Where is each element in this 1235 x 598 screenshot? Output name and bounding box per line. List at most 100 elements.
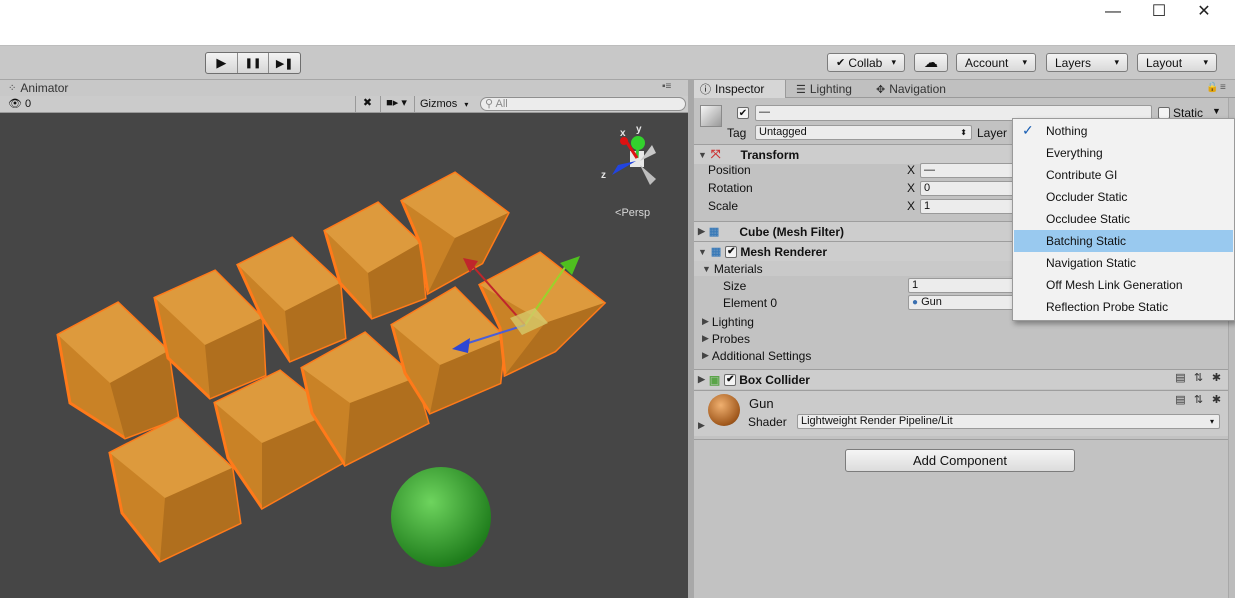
- persp-label[interactable]: <Persp: [615, 207, 650, 219]
- eye-slash-icon: 👁: [8, 98, 22, 110]
- rotation-x-field[interactable]: 0: [920, 181, 1015, 196]
- chevron-down-icon: ▾: [1114, 57, 1119, 67]
- effects-toggle[interactable]: ✖: [355, 96, 379, 112]
- cloud-icon: ☁: [924, 54, 938, 70]
- materials-label: Materials: [713, 261, 763, 276]
- close-button[interactable]: ✕: [1181, 0, 1227, 24]
- camera-dropdown[interactable]: ■▸ ▾: [380, 96, 412, 112]
- preset-sliders-icon[interactable]: ⇅: [1192, 394, 1205, 407]
- green-sphere[interactable]: [391, 467, 491, 567]
- additional-settings-label: Additional Settings: [711, 348, 812, 363]
- tab-label: Navigation: [889, 82, 946, 96]
- scale-x-label: X: [907, 199, 916, 213]
- collab-button[interactable]: ✔ Collab ▾: [827, 53, 905, 72]
- lighting-icon: ☰: [796, 83, 806, 96]
- pause-icon: ❚❚: [244, 57, 262, 69]
- help-book-icon[interactable]: ▤: [1174, 372, 1187, 385]
- layout-label: Layout: [1146, 55, 1183, 70]
- tab-menu-icon[interactable]: ▪≡: [662, 81, 671, 92]
- menu-item-navigation-static[interactable]: Navigation Static: [1014, 252, 1233, 274]
- element0-field[interactable]: ● Gun: [908, 295, 1014, 310]
- tab-label: Lighting: [809, 82, 852, 96]
- search-placeholder: All: [495, 98, 508, 110]
- tools-icon: ✖: [362, 97, 373, 109]
- help-book-icon[interactable]: ▤: [1174, 394, 1187, 407]
- account-dropdown[interactable]: Account ▾: [956, 53, 1036, 72]
- scene-search-input[interactable]: ⚲ All: [480, 97, 686, 111]
- lighting-foldout-label: Lighting: [711, 314, 754, 329]
- cube-front-1[interactable]: [108, 416, 242, 563]
- scale-x-field[interactable]: 1: [920, 199, 1015, 214]
- shader-label: Shader: [748, 415, 787, 429]
- orientation-gizmo[interactable]: [612, 136, 656, 185]
- play-button[interactable]: ▶: [206, 53, 238, 73]
- menu-item-occluder-static[interactable]: Occluder Static: [1014, 186, 1233, 208]
- preset-sliders-icon[interactable]: ⇅: [1192, 372, 1205, 385]
- box-collider-header[interactable]: ▶ ▣ ✔ Box Collider: [694, 369, 1228, 389]
- mesh-renderer-icon: ▦: [710, 246, 722, 258]
- lock-icon[interactable]: 🔒: [1206, 82, 1218, 93]
- animator-tab[interactable]: ⁘ Animator: [8, 81, 68, 95]
- maximize-button[interactable]: ☐: [1136, 0, 1182, 24]
- check-icon: ✔: [726, 374, 735, 385]
- menu-item-contribute-gi[interactable]: Contribute GI: [1014, 164, 1233, 186]
- divider: [694, 439, 1228, 440]
- axis-z-label: z: [601, 170, 606, 181]
- gizmos-dropdown[interactable]: Gizmos ▾: [414, 96, 472, 112]
- visibility-toggle[interactable]: 👁 0: [8, 97, 31, 111]
- size-label: Size: [723, 279, 747, 293]
- probes-foldout[interactable]: ▶ Probes: [694, 330, 1228, 347]
- tab-navigation[interactable]: ✥ Navigation: [870, 80, 952, 98]
- chevron-down-icon: ▾: [1209, 417, 1214, 426]
- layout-dropdown[interactable]: Layout ▾: [1137, 53, 1217, 72]
- shader-dropdown[interactable]: Lightweight Render Pipeline/Lit ▾: [797, 414, 1220, 429]
- tab-inspector[interactable]: ⓘ Inspector: [694, 80, 786, 98]
- additional-settings-foldout[interactable]: ▶ Additional Settings: [694, 347, 1228, 364]
- expand-down-icon: ▼: [698, 149, 707, 160]
- menu-item-reflection-probe-static[interactable]: Reflection Probe Static: [1014, 296, 1233, 318]
- scene-canvas: [56, 136, 656, 567]
- size-field[interactable]: 1: [908, 278, 1014, 293]
- scene-toolbar: 👁 0 ✖ ■▸ ▾ Gizmos ▾ ⚲ All: [0, 96, 690, 113]
- tag-dropdown[interactable]: Untagged ⬍: [755, 125, 972, 140]
- animator-tab-label: Animator: [20, 81, 69, 95]
- static-flags-menu: ✓ Nothing Everything Contribute GI Occlu…: [1012, 118, 1235, 321]
- menu-item-occludee-static[interactable]: Occludee Static: [1014, 208, 1233, 230]
- material-section: [694, 390, 1228, 436]
- box-collider-title: Box Collider: [739, 372, 810, 387]
- tab-lighting[interactable]: ☰ Lighting: [790, 80, 858, 98]
- pause-button[interactable]: ❚❚: [238, 53, 270, 73]
- account-label: Account: [965, 55, 1009, 70]
- layer-label: Layer: [977, 126, 1008, 140]
- menu-item-off-mesh-link-generation[interactable]: Off Mesh Link Generation: [1014, 274, 1233, 296]
- collab-label: Collab: [848, 55, 883, 70]
- tab-label: Inspector: [715, 82, 765, 96]
- mesh-filter-title: Cube (Mesh Filter): [739, 224, 844, 239]
- check-icon: ✔: [727, 246, 736, 257]
- expand-right-icon[interactable]: ▶: [698, 420, 705, 431]
- step-button[interactable]: ▶❚: [269, 53, 300, 73]
- menu-item-batching-static[interactable]: Batching Static: [1014, 230, 1233, 252]
- scene-viewport[interactable]: y x z <Persp: [0, 113, 690, 598]
- position-x-field[interactable]: —: [920, 163, 1015, 178]
- mesh-renderer-enabled-checkbox[interactable]: ✔: [725, 245, 738, 258]
- gear-icon[interactable]: ✱: [1210, 372, 1223, 385]
- gear-icon[interactable]: ✱: [1210, 394, 1223, 407]
- layers-dropdown[interactable]: Layers ▾: [1046, 53, 1128, 72]
- shader-value: Lightweight Render Pipeline/Lit: [801, 415, 953, 427]
- static-dropdown-arrow[interactable]: ▼: [1212, 106, 1221, 116]
- tab-menu-icon[interactable]: ≡: [1220, 82, 1226, 93]
- minimize-button[interactable]: —: [1090, 0, 1136, 24]
- object-active-checkbox[interactable]: ✔: [737, 107, 749, 119]
- menu-item-nothing[interactable]: Nothing: [1014, 120, 1233, 142]
- collab-check-icon: ✔: [836, 57, 846, 69]
- expand-right-icon: ▶: [702, 333, 709, 343]
- play-icon: ▶: [216, 55, 227, 70]
- expand-right-icon: ▶: [698, 226, 705, 236]
- menu-item-everything[interactable]: Everything: [1014, 142, 1233, 164]
- cloud-button[interactable]: ☁: [914, 53, 948, 72]
- add-component-button[interactable]: Add Component: [845, 449, 1075, 472]
- box-collider-enabled-checkbox[interactable]: ✔: [724, 373, 737, 386]
- position-label: Position: [708, 163, 751, 177]
- step-icon: ▶❚: [275, 57, 294, 70]
